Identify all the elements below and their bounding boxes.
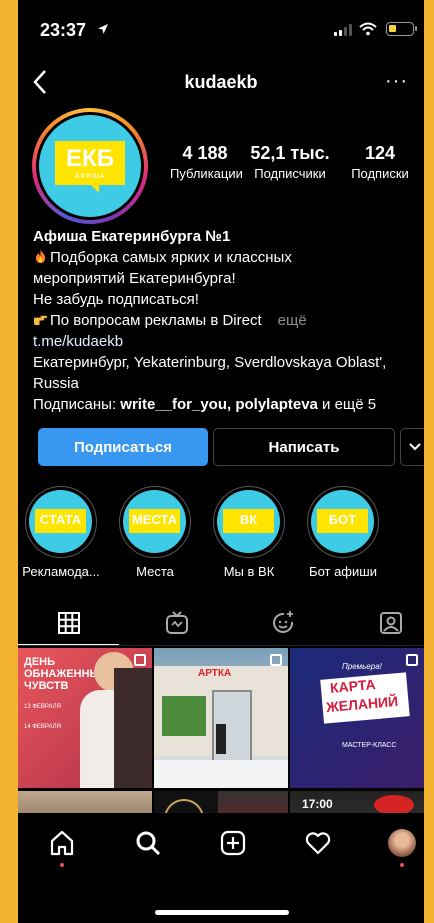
highlight-item[interactable]: БОТ Бот афиши	[302, 486, 384, 579]
phone-screen: 23:37 kudaekb ··· ЕКБ АФИША 4 188 Публик…	[18, 0, 424, 923]
profile-username: kudaekb	[184, 72, 258, 92]
profile-display-name: Афиша Екатеринбурга №1	[33, 228, 231, 245]
multi-post-icon	[406, 654, 418, 666]
bottom-tab-bar	[18, 813, 424, 923]
cellular-signal-icon	[334, 24, 352, 36]
new-post-icon[interactable]	[219, 829, 247, 857]
home-notification-dot	[60, 863, 64, 867]
highlight-label: Рекламода...	[22, 564, 100, 579]
stat-following[interactable]: 124 Подписки	[340, 143, 420, 181]
pointing-hand-icon	[33, 315, 48, 326]
fire-icon	[35, 249, 46, 264]
post-thumbnail[interactable]: ДЕНЬ ОБНАЖЕННЫХ ЧУВСТВ 13 ФЕВРАЛЯ 14 ФЕВ…	[18, 648, 152, 788]
search-icon[interactable]	[134, 829, 162, 857]
followed-by-user: write__for_you	[120, 396, 227, 413]
multi-post-icon	[270, 654, 282, 666]
stat-followers[interactable]: 52,1 тыс. Подписчики	[246, 143, 334, 181]
post-thumbnail[interactable]: АРТКА	[154, 648, 288, 788]
clock: 23:37	[40, 20, 87, 40]
highlight-item[interactable]: ВК Мы в ВК	[208, 486, 290, 579]
bio-line: По вопросам рекламы в Direct ещё	[33, 310, 418, 331]
followed-by-user: polylapteva	[235, 396, 318, 413]
followed-by[interactable]: Подписаны: write__for_you, polylapteva и…	[33, 394, 418, 415]
bio-line: Не забудь подписаться!	[33, 291, 199, 308]
avatar: ЕКБ АФИША	[39, 115, 141, 217]
avatar-logo-subtext: АФИША	[74, 173, 106, 180]
suggested-accounts-button[interactable]	[400, 428, 424, 466]
chevron-down-icon	[409, 443, 421, 451]
bio-more-link[interactable]: ещё	[278, 312, 307, 329]
profile-notification-dot	[400, 863, 404, 867]
highlight-label: Мы в ВК	[223, 564, 275, 579]
home-indicator	[155, 910, 289, 915]
bio-line: мероприятий Екатеринбурга!	[33, 270, 236, 287]
avatar-story-ring[interactable]: ЕКБ АФИША	[32, 108, 148, 224]
highlight-label: Бот афиши	[309, 564, 377, 579]
more-options-icon[interactable]: ···	[385, 70, 408, 93]
status-bar: 23:37	[18, 18, 424, 46]
profile-tabs	[18, 604, 424, 646]
avatar-logo-text: ЕКБ	[66, 145, 114, 172]
grid-icon[interactable]	[56, 610, 82, 636]
effects-icon[interactable]	[270, 610, 296, 636]
bio-location[interactable]: Екатеринбург, Yekaterinburg, Sverdlovska…	[33, 352, 418, 373]
highlight-item[interactable]: МЕСТА Места	[114, 486, 196, 579]
follow-button[interactable]: Подписаться	[38, 428, 208, 466]
post-thumbnail[interactable]: Премьера! КАРТА ЖЕЛАНИЙ МАСТЕР-КЛАСС	[290, 648, 424, 788]
bio-website-link[interactable]: t.me/kudaekb	[33, 331, 418, 352]
tagged-icon[interactable]	[378, 610, 404, 636]
activity-heart-icon[interactable]	[304, 829, 332, 857]
highlight-label: Места	[136, 564, 174, 579]
multi-post-icon	[134, 654, 146, 666]
bio-line: Подборка самых ярких и классных	[33, 247, 418, 268]
igtv-icon[interactable]	[164, 610, 190, 636]
wifi-icon	[359, 22, 377, 36]
highlight-item[interactable]: СТАТА Рекламода...	[20, 486, 102, 579]
location-arrow-icon	[98, 24, 108, 34]
stat-posts[interactable]: 4 188 Публикации	[170, 143, 243, 181]
bio-location-cont[interactable]: Russia	[33, 373, 418, 394]
bio: Афиша Екатеринбурга №1 Подборка самых яр…	[33, 226, 418, 415]
home-icon[interactable]	[48, 829, 76, 857]
battery-icon	[386, 22, 417, 36]
top-nav: kudaekb ···	[18, 64, 424, 100]
message-button[interactable]: Написать	[213, 428, 395, 466]
profile-avatar-tab[interactable]	[388, 829, 416, 857]
